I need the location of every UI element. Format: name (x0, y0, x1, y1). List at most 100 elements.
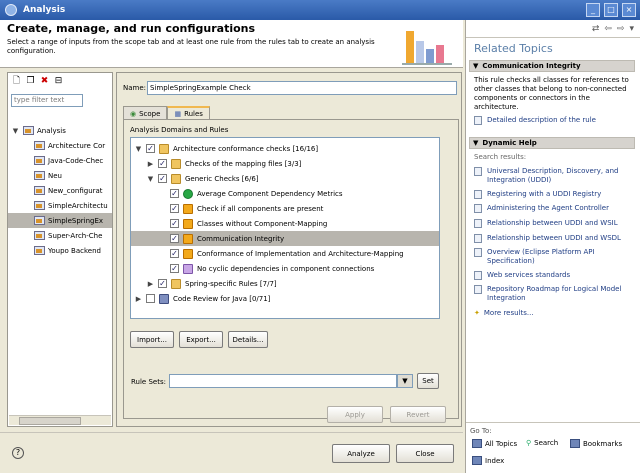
help-icon[interactable]: ? (12, 447, 24, 459)
section-header-communication[interactable]: ▼ Communication Integrity (469, 60, 635, 72)
rule-checkbox[interactable]: ✓ (170, 204, 179, 213)
expand-toggle-icon[interactable]: ▶ (135, 295, 142, 303)
rule-checkbox[interactable]: ✓ (158, 159, 167, 168)
config-icon (34, 141, 45, 150)
collapse-icon[interactable]: ▼ (473, 62, 478, 70)
rule-row[interactable]: ▼ ✓ Generic Checks [6/6] (147, 171, 439, 186)
expand-toggle-icon[interactable]: ▶ (147, 160, 154, 168)
document-icon (474, 204, 482, 213)
forward-icon[interactable]: ⇨ (617, 24, 625, 34)
rule-checkbox[interactable]: ✓ (158, 279, 167, 288)
name-input[interactable]: SimpleSpringExample Check (147, 81, 457, 95)
section-header-dynamic-help[interactable]: ▼ Dynamic Help (469, 137, 635, 149)
new-config-icon[interactable]: 🗋 (11, 76, 22, 87)
search-link[interactable]: ⚲ Search (526, 439, 558, 447)
scope-icon: ◉ (130, 109, 137, 118)
collapse-icon[interactable]: ▼ (473, 139, 478, 147)
details-button[interactable]: Details... (228, 331, 268, 348)
rule-row[interactable]: ✓ Check if all components are present (170, 201, 439, 216)
config-item[interactable]: New_configurat (8, 183, 112, 198)
expand-toggle-icon[interactable]: ▼ (135, 145, 142, 153)
rule-row[interactable]: ▶ ✓ Checks of the mapping files [3/3] (147, 156, 439, 171)
combo-dropdown-icon[interactable]: ▼ (397, 374, 413, 388)
scrollbar-thumb[interactable] (19, 417, 81, 425)
rule-row[interactable]: ✓ Classes without Component-Mapping (170, 216, 439, 231)
help-link[interactable]: Web services standards (474, 271, 634, 280)
help-link[interactable]: Administering the Agent Controller (474, 204, 634, 213)
cycle-icon (183, 263, 193, 274)
import-button[interactable]: Import... (130, 331, 174, 348)
back-icon[interactable]: ⇦ (604, 24, 612, 34)
expand-toggle-icon[interactable]: ▼ (12, 127, 19, 135)
filter-input[interactable]: type filter text (11, 94, 83, 107)
index-link[interactable]: Index (472, 456, 504, 465)
rule-row[interactable]: ✓ Average Component Dependency Metrics (170, 186, 439, 201)
config-item[interactable]: Architecture Cor (8, 138, 112, 153)
expand-toggle-icon[interactable]: ▶ (147, 280, 154, 288)
rule-checkbox[interactable]: ✓ (170, 249, 179, 258)
help-link[interactable]: Repository Roadmap for Logical Model Int… (474, 285, 634, 303)
bookmarks-link[interactable]: Bookmarks (570, 439, 622, 448)
rule-checkbox[interactable] (146, 294, 155, 303)
rule-row[interactable]: ▼ ✓ Architecture conformance checks [16/16… (135, 141, 439, 156)
document-icon (474, 116, 482, 125)
rules-tree: ▼ ✓ Architecture conformance checks [16/16… (130, 137, 440, 319)
header-title: Create, manage, and run configurations (7, 22, 256, 35)
help-link[interactable]: Registering with a UDDI Registry (474, 190, 634, 199)
rule-checkbox[interactable]: ✓ (158, 174, 167, 183)
close-button[interactable]: Close (396, 444, 454, 463)
rule-row[interactable]: ✓ No cyclic dependencies in component con… (170, 261, 439, 276)
help-link[interactable]: Universal Description, Discovery, and In… (474, 167, 634, 185)
config-icon (34, 246, 45, 255)
rule-sets-label: Rule Sets: (131, 378, 166, 386)
config-item[interactable]: SimpleArchitectu (8, 198, 112, 213)
config-tabs: ◉ Scope ▦ Rules (123, 106, 210, 120)
help-link[interactable]: Relationship between UDDI and WSIL (474, 219, 634, 228)
config-item[interactable]: Java-Code-Chec (8, 153, 112, 168)
config-toolbar: 🗋 ❐ ✖ ⊟ (8, 73, 112, 90)
rule-checkbox[interactable]: ✓ (146, 144, 155, 153)
link-with-contents-icon[interactable]: ⇄ (592, 24, 600, 34)
rule-detail-link[interactable]: Detailed description of the rule (474, 116, 634, 125)
document-icon (474, 285, 482, 294)
rule-row[interactable]: ▶ ✓ Spring-specific Rules [7/7] (147, 276, 439, 291)
help-link[interactable]: Overview (Eclipse Platform API Specifica… (474, 248, 634, 266)
expand-toggle-icon[interactable]: ▼ (147, 175, 154, 183)
rule-row-selected[interactable]: ✓ Communication Integrity (131, 231, 439, 246)
help-panel: ⇄ ⇦ ⇨ ▾ Related Topics ▼ Communication In… (465, 20, 640, 473)
analyze-button[interactable]: Analyze (332, 444, 390, 463)
delete-config-icon[interactable]: ✖ (39, 76, 50, 87)
config-item[interactable]: Neu (8, 168, 112, 183)
config-item[interactable]: Super-Arch-Che (8, 228, 112, 243)
rule-checkbox[interactable]: ✓ (170, 264, 179, 273)
rule-checkbox[interactable]: ✓ (170, 189, 179, 198)
rule-row[interactable]: ▶ Code Review for Java [0/71] (135, 291, 439, 306)
set-button[interactable]: Set (417, 373, 439, 389)
close-window-button[interactable]: × (622, 3, 636, 17)
collapse-all-icon[interactable]: ⊟ (53, 76, 64, 87)
help-link[interactable]: Relationship between UDDI and WSDL (474, 234, 634, 243)
rule-checkbox[interactable]: ✓ (170, 219, 179, 228)
minimize-button[interactable]: _ (586, 3, 600, 17)
help-toolbar: ⇄ ⇦ ⇨ ▾ (466, 20, 640, 38)
horizontal-scrollbar[interactable] (9, 415, 111, 425)
config-item[interactable]: Youpo Backend (8, 243, 112, 258)
rule-checkbox[interactable]: ✓ (170, 234, 179, 243)
rule-row[interactable]: ✓ Conformance of Implementation and Archi… (170, 246, 439, 261)
document-icon (474, 167, 482, 176)
duplicate-config-icon[interactable]: ❐ (25, 76, 36, 87)
apply-button[interactable]: Apply (327, 406, 383, 423)
export-button[interactable]: Export... (179, 331, 223, 348)
menu-icon[interactable]: ▾ (629, 24, 634, 34)
tab-scope[interactable]: ◉ Scope (123, 106, 168, 120)
all-topics-icon (472, 439, 482, 448)
tree-root-analysis[interactable]: ▼ Analysis (8, 123, 112, 138)
tab-rules[interactable]: ▦ Rules (167, 106, 210, 120)
folder-icon (171, 158, 181, 169)
rule-sets-combo[interactable] (169, 374, 397, 388)
revert-button[interactable]: Revert (390, 406, 446, 423)
all-topics-link[interactable]: All Topics (472, 439, 517, 448)
more-results-link[interactable]: ✦ More results... (474, 309, 634, 318)
maximize-button[interactable]: □ (604, 3, 618, 17)
config-item-selected[interactable]: SimpleSpringEx (8, 213, 112, 228)
